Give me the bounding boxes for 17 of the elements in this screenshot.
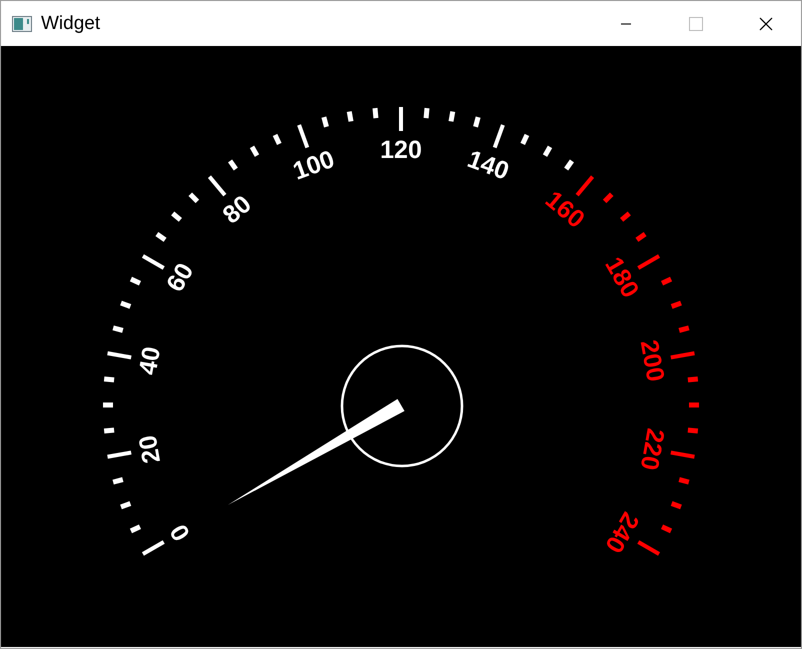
scale-label: 20 [134,433,166,466]
scale-label: 160 [540,186,590,234]
scale-label: 200 [634,338,670,384]
maximize-icon [689,16,703,30]
close-icon [759,16,773,30]
scale-label: 80 [217,190,257,230]
scale-label: 0 [164,519,196,546]
scale-label: 240 [599,507,644,558]
scale-label: 140 [464,145,513,186]
window-title: Widget [41,12,100,34]
app-icon [12,16,32,32]
scale-label: 60 [161,258,200,297]
scale-label: 40 [134,344,166,377]
scale-label: 220 [634,426,670,472]
scale-label: 100 [289,145,338,186]
scale-label: 120 [380,136,422,164]
scale-label: 180 [599,252,644,303]
